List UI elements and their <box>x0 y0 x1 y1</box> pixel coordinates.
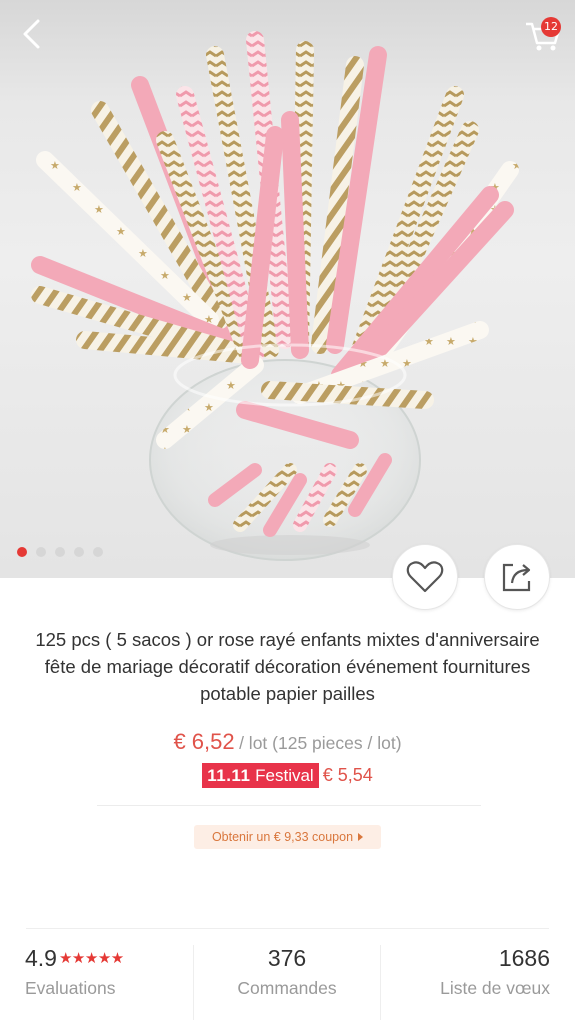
wishlist-button[interactable] <box>392 544 458 610</box>
product-photo: ★ <box>31 31 519 561</box>
coupon-label: Obtenir un € 9,33 coupon <box>211 830 354 844</box>
gallery-pagination <box>17 547 103 557</box>
cart-count-badge: 12 <box>541 17 561 37</box>
wishlist-count: 1686 <box>498 945 550 971</box>
star-rating-icon: ★★★★★ <box>58 950 124 967</box>
top-bar: 12 <box>0 0 575 70</box>
product-title: 125 pcs ( 5 sacos ) or rose rayé enfants… <box>35 629 540 704</box>
caret-right-icon <box>358 833 364 841</box>
festival-badge: 11.11 Festival <box>202 763 319 788</box>
back-button[interactable] <box>14 14 54 54</box>
price-unit: / lot (125 pieces / lot) <box>239 733 402 753</box>
stats-divider <box>26 928 549 929</box>
product-image-gallery[interactable]: ★ <box>0 0 575 578</box>
orders-value: 376 <box>267 945 307 971</box>
orders-stat[interactable]: 376 Commandes <box>193 945 381 1020</box>
price-row: € 6,52 / lot (125 pieces / lot) <box>0 729 575 755</box>
gallery-dot-3[interactable] <box>55 547 65 557</box>
chevron-left-icon <box>23 19 40 49</box>
share-icon <box>502 563 531 592</box>
divider <box>97 805 481 806</box>
festival-price: € 5,54 <box>322 765 373 785</box>
gallery-dot-2[interactable] <box>36 547 46 557</box>
wishlist-label: Liste de vœux <box>440 978 550 998</box>
share-button[interactable] <box>484 544 550 610</box>
heart-icon <box>406 561 444 593</box>
coupon-button[interactable]: Obtenir un € 9,33 coupon <box>194 825 381 849</box>
wishlist-stat[interactable]: 1686 Liste de vœux <box>381 945 550 1020</box>
rating-label: Evaluations <box>25 978 116 998</box>
gallery-dot-4[interactable] <box>74 547 84 557</box>
gallery-dot-1[interactable] <box>17 547 27 557</box>
rating-stat[interactable]: 4.9 ★★★★★ Evaluations <box>25 945 195 1020</box>
festival-promo: 11.11 Festival € 5,54 <box>0 763 575 788</box>
orders-label: Commandes <box>237 978 337 998</box>
rating-value: 4.9 <box>25 945 57 971</box>
product-price: € 6,52 <box>173 729 235 754</box>
gallery-dot-5[interactable] <box>93 547 103 557</box>
